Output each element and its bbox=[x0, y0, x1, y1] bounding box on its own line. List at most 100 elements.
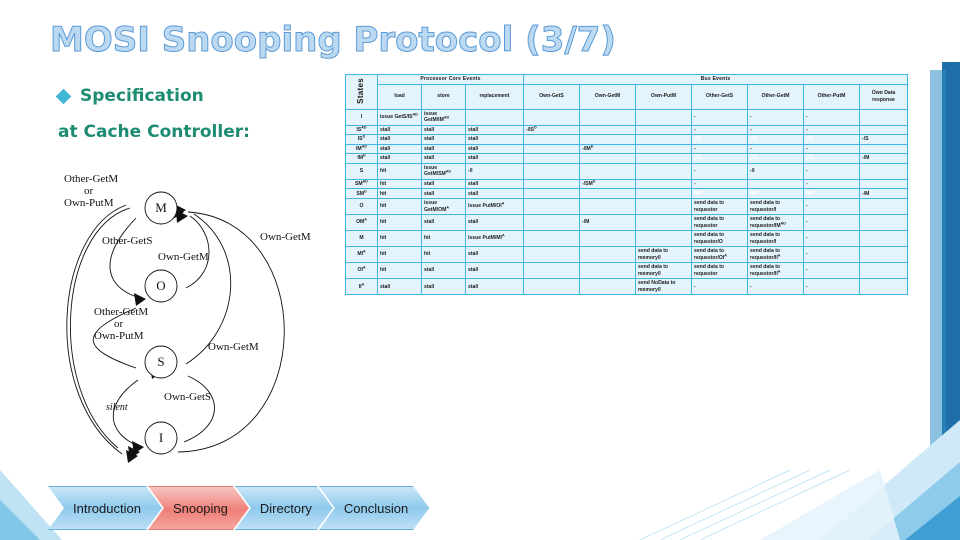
table-cell-r1-c0: stall bbox=[377, 124, 422, 136]
table-cell-r9-c5 bbox=[635, 214, 692, 232]
table-cell-r9-c6: send data to requestor bbox=[691, 214, 748, 232]
table-row-state-10: M bbox=[345, 230, 378, 248]
diagram-label-other-getm-top: Other-GetM bbox=[64, 173, 118, 185]
table-cell-r1-c6: - bbox=[691, 124, 748, 136]
bullet-specification: Specification bbox=[55, 86, 204, 106]
table-cell-r8-c1: issue GetM/OMA bbox=[421, 198, 466, 216]
nav-item-snooping[interactable]: Snooping bbox=[148, 486, 249, 530]
table-row-state-5: S bbox=[345, 162, 378, 180]
table-cell-r13-c6: - bbox=[691, 278, 748, 296]
diagram-state-o: O bbox=[156, 278, 165, 293]
diagram-label-other-getm-mid: Other-GetM bbox=[94, 306, 148, 318]
table-cell-r1-c5 bbox=[635, 124, 692, 136]
diagram-label-or-mid: or bbox=[114, 318, 124, 330]
table-cell-r12-c2: stall bbox=[465, 262, 524, 280]
table-cell-r9-c1: stall bbox=[421, 214, 466, 232]
table-cell-r6-c2: stall bbox=[465, 178, 524, 190]
diagram-label-own-putm-mid: Own-PutM bbox=[94, 330, 144, 342]
table-cell-r12-c0: hit bbox=[377, 262, 422, 280]
table-body: Iissue GetS/ISAD issue GetM/IMAD - - - ISAD st… bbox=[345, 108, 908, 296]
table-cell-r11-c6: send data to requestor/OIA bbox=[691, 246, 748, 264]
table-cell-r10-c5 bbox=[635, 230, 692, 248]
table-cell-r7-c2: stall bbox=[465, 188, 524, 200]
section-navigation[interactable]: Introduction Snooping Directory Conclusion bbox=[48, 486, 415, 530]
table-cell-r4-c3 bbox=[523, 153, 580, 164]
nav-item-directory[interactable]: Directory bbox=[235, 486, 333, 530]
table-cell-r7-c5 bbox=[635, 188, 692, 200]
table-column-header-2: replacement bbox=[465, 83, 524, 110]
table-cell-r2-c9: -/S bbox=[859, 134, 908, 145]
specification-table-wrapper: States Processor Core Events Bus Events … bbox=[345, 74, 908, 296]
table-cell-r0-c4 bbox=[579, 108, 636, 126]
table-row: OMA hit stall stall -/M send data to requesto… bbox=[345, 214, 908, 232]
table-cell-r13-c0: stall bbox=[377, 278, 422, 296]
table-row-state-3: IMAD bbox=[345, 143, 378, 155]
table-cell-r8-c6: send data to requestor bbox=[691, 198, 748, 216]
table-row-state-8: O bbox=[345, 198, 378, 216]
table-row: SMAD hit stall stall -/SMD - - bbox=[345, 178, 908, 190]
diagram-label-own-getm-right: Own-GetM bbox=[260, 231, 311, 243]
table-cell-r4-c0: stall bbox=[377, 153, 422, 164]
table-row: SMD hit stall stall (A) (A) (A) -/M bbox=[345, 188, 908, 200]
table-column-header-8: Other-PutM bbox=[803, 83, 860, 110]
table-cell-r1-c1: stall bbox=[421, 124, 466, 136]
table-row: Mhit hit issue PutM/MIA send data to reques… bbox=[345, 230, 908, 248]
table-column-header-0: load bbox=[377, 83, 422, 110]
table-cell-r7-c1: stall bbox=[421, 188, 466, 200]
table-cell-r4-c6: (A) bbox=[691, 153, 748, 164]
table-cell-r3-c4: -/IMD bbox=[579, 143, 636, 155]
table-row-state-4: IMD bbox=[345, 153, 378, 164]
table-cell-r9-c4: -/M bbox=[579, 214, 636, 232]
table-cell-r5-c5 bbox=[635, 162, 692, 180]
table-cell-r0-c3 bbox=[523, 108, 580, 126]
table-cell-r8-c8: - bbox=[803, 198, 860, 216]
table-cell-r5-c2: -/I bbox=[465, 162, 524, 180]
table-cell-r7-c4 bbox=[579, 188, 636, 200]
bullet-label: Specification bbox=[80, 86, 204, 106]
table-cell-r8-c0: hit bbox=[377, 198, 422, 216]
table-cell-r5-c9 bbox=[859, 162, 908, 180]
table-row: IIA stall stall stall send NoData to memory/… bbox=[345, 278, 908, 296]
table-cell-r11-c7: send data to requestor/IIA bbox=[747, 246, 804, 264]
table-cell-r4-c7: (A) bbox=[747, 153, 804, 164]
table-cell-r11-c1: hit bbox=[421, 246, 466, 264]
table-cell-r2-c8: (A) bbox=[803, 134, 860, 145]
diagram-label-own-getm-s: Own-GetM bbox=[208, 341, 259, 353]
table-cell-r0-c1: issue GetM/IMAD bbox=[421, 108, 466, 126]
table-cell-r7-c0: hit bbox=[377, 188, 422, 200]
nav-item-introduction[interactable]: Introduction bbox=[48, 486, 162, 530]
table-cell-r1-c2: stall bbox=[465, 124, 524, 136]
table-cell-r9-c9 bbox=[859, 214, 908, 232]
table-cell-r9-c3 bbox=[523, 214, 580, 232]
slide-title: MOSI Snooping Protocol (3/7) bbox=[50, 20, 617, 61]
table-cell-r2-c1: stall bbox=[421, 134, 466, 145]
table-cell-r7-c8: (A) bbox=[803, 188, 860, 200]
table-cell-r6-c1: stall bbox=[421, 178, 466, 190]
table-cell-r6-c3 bbox=[523, 178, 580, 190]
table-cell-r0-c2 bbox=[465, 108, 524, 126]
diagram-state-i: I bbox=[159, 430, 163, 445]
table-cell-r6-c8: - bbox=[803, 178, 860, 190]
nav-item-conclusion[interactable]: Conclusion bbox=[319, 486, 429, 530]
table-cell-r6-c5 bbox=[635, 178, 692, 190]
table-cell-r10-c6: send data to requestor/O bbox=[691, 230, 748, 248]
table-row-state-12: OIA bbox=[345, 262, 378, 280]
group-header-processor-core-events: Processor Core Events bbox=[377, 74, 524, 85]
table-cell-r0-c9 bbox=[859, 108, 908, 126]
table-cell-r5-c8: - bbox=[803, 162, 860, 180]
table-cell-r9-c0: hit bbox=[377, 214, 422, 232]
table-cell-r11-c8: - bbox=[803, 246, 860, 264]
table-row: ISAD stall stall stall -/ISD - - - bbox=[345, 124, 908, 136]
table-cell-r2-c5 bbox=[635, 134, 692, 145]
table-cell-r2-c4 bbox=[579, 134, 636, 145]
table-cell-r4-c4 bbox=[579, 153, 636, 164]
states-header: States bbox=[345, 74, 378, 110]
table-column-header-7: Other-GetM bbox=[747, 83, 804, 110]
table-cell-r11-c9 bbox=[859, 246, 908, 264]
table-cell-r3-c1: stall bbox=[421, 143, 466, 155]
table-cell-r12-c9 bbox=[859, 262, 908, 280]
table-cell-r9-c2: stall bbox=[465, 214, 524, 232]
diagram-state-s: S bbox=[157, 354, 164, 369]
table-cell-r13-c4 bbox=[579, 278, 636, 296]
table-cell-r2-c3 bbox=[523, 134, 580, 145]
